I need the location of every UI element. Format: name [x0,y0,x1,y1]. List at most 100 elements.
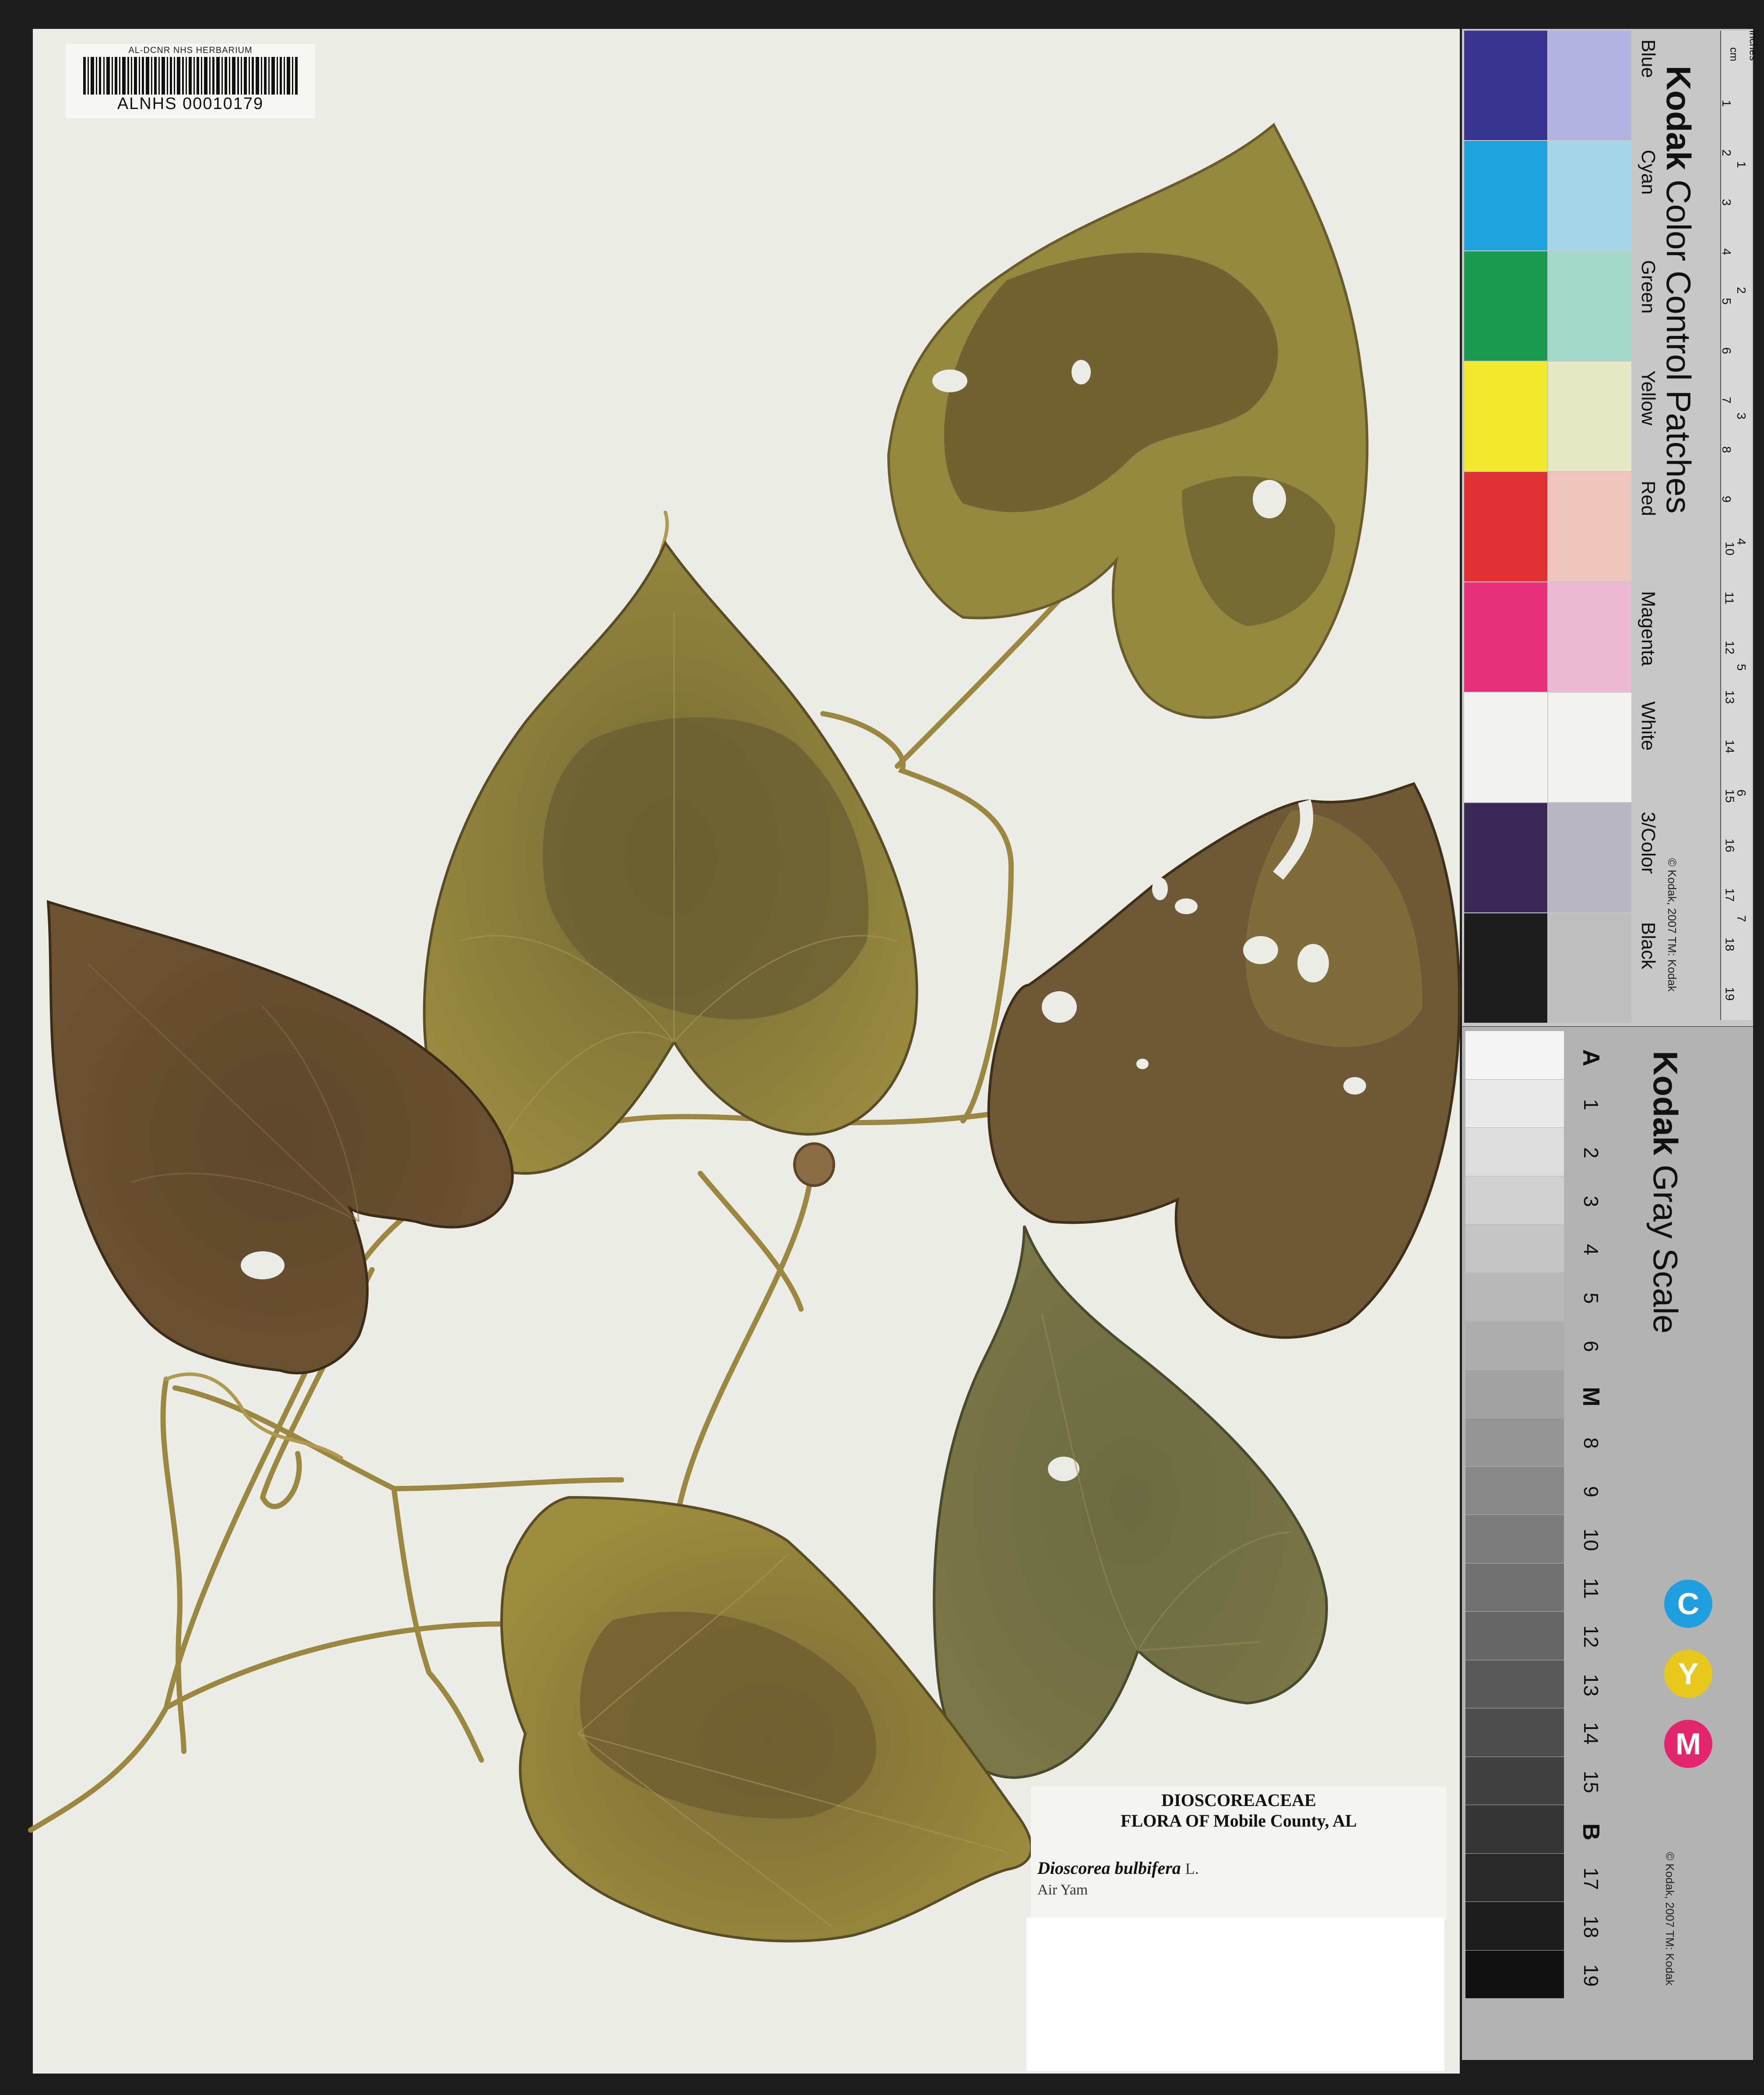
gray-step-patch [1465,1321,1564,1370]
color-patch-strong [1464,251,1547,361]
gray-step-patch [1465,1225,1564,1273]
gray-card-title: Kodak Gray Scale [1645,1051,1685,1334]
color-patch-light [1548,913,1631,1023]
ruler-inch-label: 3 [1734,412,1748,419]
color-patch-label: Yellow [1637,370,1659,426]
color-patch-label: Black [1637,922,1659,969]
gray-step-patch [1465,1563,1564,1611]
gray-step-label: 3 [1580,1195,1602,1207]
color-card-copyright: © Kodak, 2007 TM: Kodak [1666,858,1679,992]
color-patch-strong [1464,693,1547,802]
color-card-subtitle: Color Control Patches [1659,180,1698,514]
cym-target: C [1664,1580,1712,1628]
color-patch-light [1548,582,1631,692]
cym-target: Y [1664,1650,1712,1698]
color-patch-label: Red [1637,481,1659,516]
color-patch-light [1548,362,1631,471]
gray-step-label: M [1578,1387,1604,1406]
label-taxon: Dioscorea bulbifera L. [1037,1858,1199,1878]
color-patch-label: Blue [1637,39,1659,78]
gray-step-label: 1 [1580,1099,1602,1110]
color-patch-strong [1464,472,1547,581]
gray-step-patch [1465,1708,1564,1757]
color-patch-light [1548,803,1631,912]
color-card-title: Kodak Color Control Patches [1659,66,1698,514]
ruler-cm-label: 5 [1719,298,1733,305]
ruler-inch-label: 7 [1734,915,1748,922]
gray-step-patch [1465,1466,1564,1514]
gray-step-patch [1465,1370,1564,1418]
ruler-cm-label: 7 [1719,397,1733,404]
ruler-cm-label: 12 [1723,641,1737,655]
color-patch-label: Magenta [1637,591,1659,666]
ruler-cm-label: 13 [1723,690,1737,704]
ruler-cm-label: 4 [1719,248,1733,255]
gray-step-label: A [1578,1049,1604,1067]
gray-step-label: 9 [1580,1486,1602,1497]
ruler-unit-cm: cm [1728,47,1739,61]
color-patch-label: Cyan [1637,150,1659,195]
ruler-cm-label: 19 [1723,987,1737,1001]
color-card-brand: Kodak [1659,66,1698,170]
color-patch-strong [1464,362,1547,471]
ruler-cm-label: 8 [1719,446,1733,453]
gray-card-copyright: © Kodak, 2007 TM: Kodak [1663,1852,1676,1986]
color-patch-strong [1464,31,1547,140]
color-patch-strong [1464,913,1547,1023]
ruler-cm-label: 16 [1723,838,1737,852]
ruler-cm-label: 2 [1719,149,1733,156]
gray-step-patch [1465,1950,1564,1998]
gray-step-patch [1465,1176,1564,1224]
gray-step-patch [1465,1853,1564,1901]
gray-step-label: 6 [1580,1341,1602,1352]
gray-step-patch [1465,1660,1564,1708]
gray-step-patch [1465,1515,1564,1563]
gray-step-label: 19 [1580,1964,1602,1987]
gray-step-label: 12 [1580,1625,1602,1648]
gray-step-label: B [1578,1823,1604,1841]
color-patch-label: 3/Color [1637,812,1659,874]
ruler-inch-label: 4 [1734,538,1748,545]
ruler-inch-label: 6 [1734,789,1748,796]
gray-step-label: 4 [1580,1244,1602,1255]
color-patch-light [1548,141,1631,250]
gray-step-label: 14 [1580,1722,1602,1745]
color-patch-label: White [1637,701,1659,751]
label-author: L. [1185,1860,1199,1877]
ruler-unit-in: inches [1747,30,1759,61]
ruler-inch-label: 1 [1734,161,1748,168]
gray-step-label: 18 [1580,1915,1602,1938]
color-patch-strong [1464,803,1547,912]
ruler-cm-label: 17 [1723,888,1737,902]
gray-step-label: 5 [1580,1292,1602,1304]
color-patch-label: Green [1637,260,1659,313]
ruler-cm-label: 11 [1722,592,1736,605]
barcode-number: ALNHS 00010179 [117,95,264,113]
color-patch-light [1548,693,1631,802]
color-patch-strong [1464,582,1547,692]
color-patch-strong [1464,141,1547,250]
gray-step-patch [1465,1805,1564,1853]
gray-card-subtitle: Gray Scale [1646,1165,1685,1334]
gray-step-label: 13 [1580,1673,1602,1697]
gray-step-patch [1465,1757,1564,1805]
label-scientific-name: Dioscorea bulbifera [1037,1858,1181,1878]
gray-step-label: 11 [1580,1577,1602,1599]
color-patch-light [1548,472,1631,581]
gray-step-patch [1465,1418,1564,1466]
ruler-cm-label: 6 [1719,347,1733,354]
gray-step-patch [1465,1902,1564,1950]
gray-step-patch [1465,1273,1564,1321]
gray-step-label: 17 [1580,1867,1602,1890]
gray-step-patch [1465,1128,1564,1176]
label-family: DIOSCOREACEAE [1161,1790,1316,1810]
blank-annotation-box [1026,1918,1444,2071]
gray-step-patch [1465,1612,1564,1660]
ruler-cm-label: 1 [1719,100,1733,107]
gray-step-patch [1465,1031,1564,1079]
ruler-inch-label: 2 [1734,287,1748,294]
gray-step-label: 8 [1580,1437,1602,1449]
gray-step-label: 10 [1580,1528,1602,1551]
herbarium-name: AL-DCNR NHS HERBARIUM [128,46,253,55]
ruler-cm-label: 9 [1719,496,1733,503]
